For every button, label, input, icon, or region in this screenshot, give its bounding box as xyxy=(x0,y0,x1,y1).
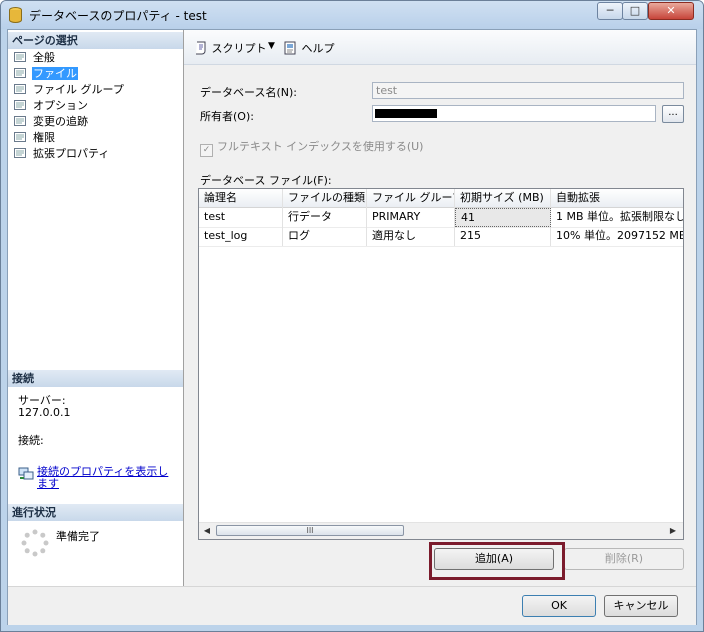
page-item-label: 拡張プロパティ xyxy=(33,147,110,160)
owner-field[interactable] xyxy=(372,105,656,122)
ok-button[interactable]: OK xyxy=(522,595,596,617)
page-icon xyxy=(14,132,26,142)
remove-button: 削除(R) xyxy=(564,548,684,570)
table-cell[interactable]: test_log xyxy=(199,227,283,246)
database-files-label: データベース ファイル(F): xyxy=(200,174,332,187)
minimize-icon: ─ xyxy=(606,4,614,17)
close-button[interactable]: ✕ xyxy=(648,2,694,20)
script-button[interactable]: スクリプト xyxy=(194,40,267,56)
horizontal-scrollbar[interactable]: ◀ III ▶ xyxy=(199,522,683,539)
toolbar: スクリプト ▼ ヘルプ xyxy=(184,30,696,65)
table-cell[interactable]: PRIMARY xyxy=(367,208,455,227)
page-item-label: 全般 xyxy=(33,51,55,64)
dialog-footer: OK キャンセル xyxy=(8,586,696,625)
page-icon xyxy=(14,68,26,78)
highlight-annotation-box xyxy=(429,542,565,580)
table-cell[interactable]: 行データ xyxy=(283,208,367,227)
page-icon xyxy=(14,84,26,94)
help-button[interactable]: ヘルプ xyxy=(284,40,335,56)
cancel-button[interactable]: キャンセル xyxy=(604,595,678,617)
minimize-button[interactable]: ─ xyxy=(597,2,623,20)
help-icon xyxy=(284,41,296,55)
page-item-label: 権限 xyxy=(33,131,55,144)
right-pane: スクリプト ▼ ヘルプ データベース名(N): test 所有者(O): ...… xyxy=(184,30,696,586)
column-header[interactable]: 初期サイズ (MB) xyxy=(455,189,551,208)
database-icon xyxy=(9,7,22,23)
table-row[interactable]: test 行データ PRIMARY 41 1 MB 単位。拡張制限なし xyxy=(199,208,683,228)
table-cell[interactable]: ログ xyxy=(283,227,367,246)
script-label: スクリプト xyxy=(211,42,267,55)
page-item-label: 変更の追跡 xyxy=(33,115,88,128)
fulltext-checkbox: ✓ フルテキスト インデックスを使用する(U) xyxy=(200,138,423,157)
table-cell[interactable]: test xyxy=(199,208,283,227)
table-row[interactable]: test_log ログ 適用なし 215 10% 単位。2097152 MB ま xyxy=(199,227,683,247)
page-item-extended-properties[interactable]: 拡張プロパティ xyxy=(14,146,110,162)
help-label: ヘルプ xyxy=(301,42,335,55)
database-name-field: test xyxy=(372,82,684,99)
progress-spinner-icon xyxy=(21,529,49,557)
checkbox-check-icon: ✓ xyxy=(200,144,213,157)
dropdown-arrow-icon: ▼ xyxy=(268,41,275,51)
page-item-filegroups[interactable]: ファイル グループ xyxy=(14,82,125,98)
progress-status: 準備完了 xyxy=(56,530,100,543)
title-bar[interactable]: データベースのプロパティ - test ─ □ ✕ xyxy=(1,1,703,29)
page-item-label: ファイル グループ xyxy=(33,83,124,96)
scroll-thumb[interactable]: III xyxy=(216,525,404,536)
table-cell[interactable]: 1 MB 単位。拡張制限なし xyxy=(551,208,683,227)
owner-label: 所有者(O): xyxy=(200,110,254,123)
column-header[interactable]: ファイル グループ xyxy=(367,189,455,208)
maximize-button[interactable]: □ xyxy=(622,2,648,20)
page-item-options[interactable]: オプション xyxy=(14,98,89,114)
connection-header: 接続 xyxy=(8,370,183,387)
script-dropdown-arrow[interactable]: ▼ xyxy=(268,41,275,51)
grid-header-row: 論理名 ファイルの種類 ファイル グループ 初期サイズ (MB) 自動拡張 xyxy=(199,189,683,208)
maximize-icon: □ xyxy=(629,4,641,17)
database-files-grid[interactable]: 論理名 ファイルの種類 ファイル グループ 初期サイズ (MB) 自動拡張 te… xyxy=(198,188,684,540)
left-pane: ページの選択 全般 ファイル ファイル グループ オプション 変更の追跡 権限 … xyxy=(8,30,184,586)
scroll-left-icon[interactable]: ◀ xyxy=(201,525,213,537)
database-name-label: データベース名(N): xyxy=(200,86,297,99)
select-page-header: ページの選択 xyxy=(8,32,183,49)
connection-label: 接続: xyxy=(18,434,44,447)
page-item-change-tracking[interactable]: 変更の追跡 xyxy=(14,114,89,130)
column-header[interactable]: 自動拡張 xyxy=(551,189,683,208)
page-icon xyxy=(14,116,26,126)
page-icon xyxy=(14,100,26,110)
column-header[interactable]: ファイルの種類 xyxy=(283,189,367,208)
script-icon xyxy=(196,41,206,55)
page-icon xyxy=(14,52,26,62)
progress-header: 進行状況 xyxy=(8,504,183,521)
dialog-client-area: ページの選択 全般 ファイル ファイル グループ オプション 変更の追跡 権限 … xyxy=(7,29,697,625)
owner-browse-button[interactable]: ... xyxy=(662,105,684,123)
page-item-general[interactable]: 全般 xyxy=(14,50,56,66)
page-icon xyxy=(14,148,26,158)
close-icon: ✕ xyxy=(666,4,676,17)
owner-redacted-value xyxy=(375,109,437,118)
view-connection-properties-link[interactable]: 接続のプロパティを表示します xyxy=(37,466,177,490)
page-item-permissions[interactable]: 権限 xyxy=(14,130,56,146)
database-properties-window: データベースのプロパティ - test ─ □ ✕ ページの選択 全般 ファイル… xyxy=(0,0,704,632)
table-cell-focused[interactable]: 41 xyxy=(455,208,551,227)
table-cell[interactable]: 10% 単位。2097152 MB ま xyxy=(551,227,683,246)
page-item-label: オプション xyxy=(33,99,88,112)
window-title: データベースのプロパティ - test xyxy=(29,9,207,23)
fulltext-label: フルテキスト インデックスを使用する(U) xyxy=(217,140,424,153)
table-cell[interactable]: 215 xyxy=(455,227,551,246)
table-cell[interactable]: 適用なし xyxy=(367,227,455,246)
column-header[interactable]: 論理名 xyxy=(199,189,283,208)
page-item-label: ファイル xyxy=(32,67,78,80)
connection-properties-icon xyxy=(18,467,34,480)
page-item-files[interactable]: ファイル xyxy=(14,66,78,82)
server-value: 127.0.0.1 xyxy=(18,406,71,419)
scroll-right-icon[interactable]: ▶ xyxy=(667,525,679,537)
